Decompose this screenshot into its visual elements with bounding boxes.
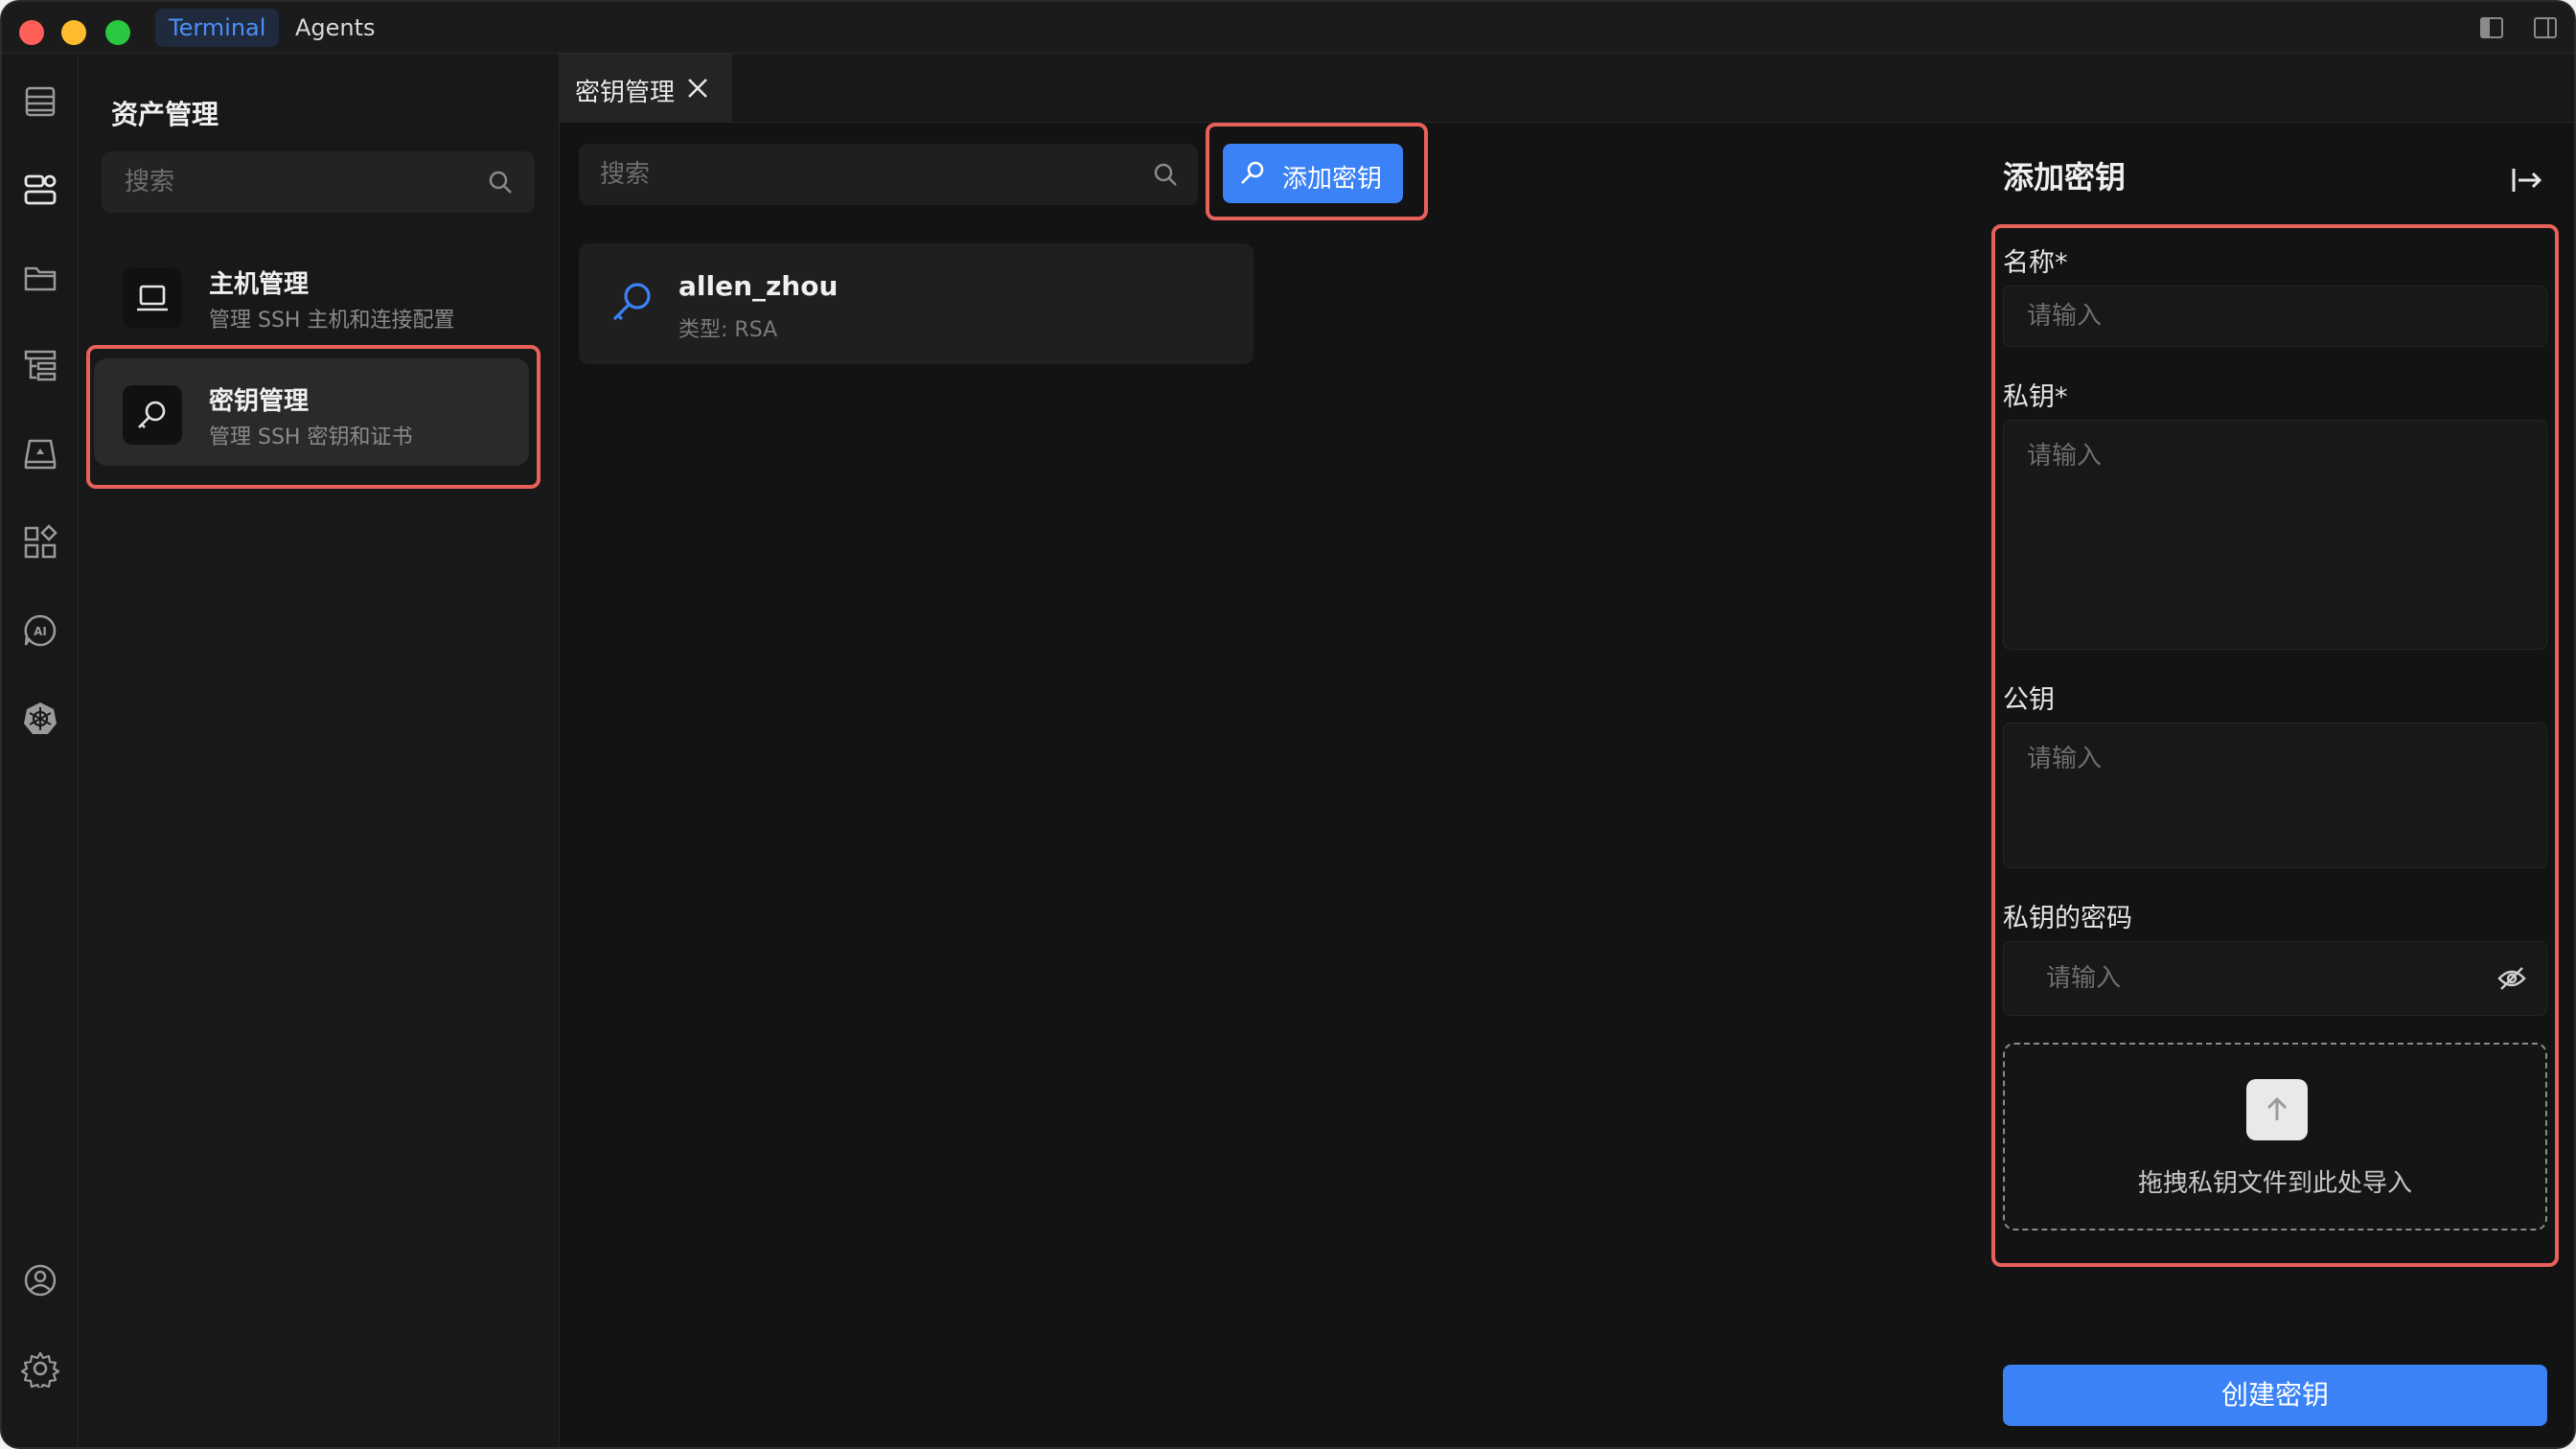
list-item[interactable]: allen_zhou 类型: RSA (579, 243, 1254, 364)
close-icon[interactable] (684, 75, 711, 102)
maximize-window-button[interactable] (105, 20, 130, 45)
laptop-icon (123, 268, 182, 328)
ai-icon[interactable]: AI (21, 611, 59, 650)
key-type: 类型: RSA (678, 318, 778, 342)
server-list-icon[interactable] (21, 82, 59, 121)
name-field (2003, 286, 2547, 347)
document-tab-strip: 密钥管理 (560, 54, 2574, 123)
sidebar-search (102, 151, 535, 213)
passphrase-input[interactable] (2046, 942, 2487, 1015)
private-key-dropzone[interactable]: 拖拽私钥文件到此处导入 (2003, 1043, 2547, 1230)
drive-icon[interactable] (21, 435, 59, 473)
key-search (579, 144, 1198, 205)
private-key-field (2003, 420, 2547, 650)
tab-label: 密钥管理 (575, 79, 676, 107)
search-icon (489, 171, 512, 194)
sidebar-item-desc: 管理 SSH 密钥和证书 (209, 426, 413, 449)
toggle-panel-icon[interactable] (2532, 14, 2559, 41)
toggle-sidebar-icon[interactable] (2478, 14, 2505, 41)
account-icon[interactable] (21, 1261, 59, 1300)
public-key-textarea[interactable] (2027, 739, 2525, 852)
public-key-label: 公钥 (2003, 685, 2055, 715)
tab-terminal[interactable]: Terminal (155, 9, 280, 47)
tab-agents[interactable]: Agents (282, 9, 389, 47)
sidebar-item-keys[interactable]: 密钥管理 管理 SSH 密钥和证书 (94, 358, 529, 466)
sidebar-item-desc: 管理 SSH 主机和连接配置 (209, 309, 455, 333)
collapse-panel-icon[interactable] (2509, 163, 2543, 197)
folder-icon[interactable] (21, 259, 59, 297)
kubernetes-icon[interactable] (21, 700, 59, 738)
create-key-button[interactable]: 创建密钥 (2003, 1365, 2547, 1426)
private-key-label: 私钥* (2003, 382, 2068, 412)
public-key-field (2003, 723, 2547, 868)
minimize-window-button[interactable] (61, 20, 86, 45)
tab-key-management[interactable]: 密钥管理 (560, 54, 732, 123)
close-window-button[interactable] (19, 20, 44, 45)
app-window: Terminal Agents AI 资产管理 搜索 主机管理 管理 SSH 主… (0, 0, 2576, 1449)
tree-icon[interactable] (21, 347, 59, 385)
key-icon (123, 385, 182, 445)
assets-icon[interactable] (21, 171, 59, 209)
icon-rail: AI (2, 54, 79, 1447)
key-search-input[interactable] (600, 144, 1137, 205)
name-input[interactable] (2027, 287, 2468, 346)
sidebar-item-title: 密钥管理 (209, 387, 310, 416)
add-key-label: 添加密钥 (1282, 165, 1383, 194)
sidebar-item-title: 主机管理 (209, 270, 310, 299)
asset-sidebar: 资产管理 主机管理 管理 SSH 主机和连接配置 密钥管理 管理 SSH 密钥和… (79, 54, 560, 1447)
key-name: allen_zhou (678, 270, 839, 302)
upload-icon (2246, 1079, 2308, 1140)
passphrase-label: 私钥的密码 (2003, 904, 2132, 933)
sidebar-item-hosts[interactable]: 主机管理 管理 SSH 主机和连接配置 (94, 242, 529, 349)
key-icon (612, 283, 651, 321)
sidebar-title: 资产管理 (111, 99, 219, 130)
key-icon (1241, 161, 1264, 184)
name-label: 名称* (2003, 248, 2068, 278)
search-icon (1154, 163, 1177, 186)
sidebar-search-input[interactable] (125, 151, 470, 213)
dropzone-text: 拖拽私钥文件到此处导入 (2137, 1169, 2412, 1198)
eye-off-icon[interactable] (2496, 963, 2527, 994)
settings-icon[interactable] (20, 1349, 60, 1392)
add-key-button[interactable]: 添加密钥 (1223, 144, 1403, 203)
apps-icon[interactable] (21, 523, 59, 562)
title-bar: Terminal Agents (2, 2, 2574, 54)
panel-title: 添加密钥 (2003, 159, 2127, 196)
svg-text:AI: AI (34, 625, 47, 638)
passphrase-field (2003, 941, 2547, 1016)
private-key-textarea[interactable] (2027, 436, 2525, 633)
